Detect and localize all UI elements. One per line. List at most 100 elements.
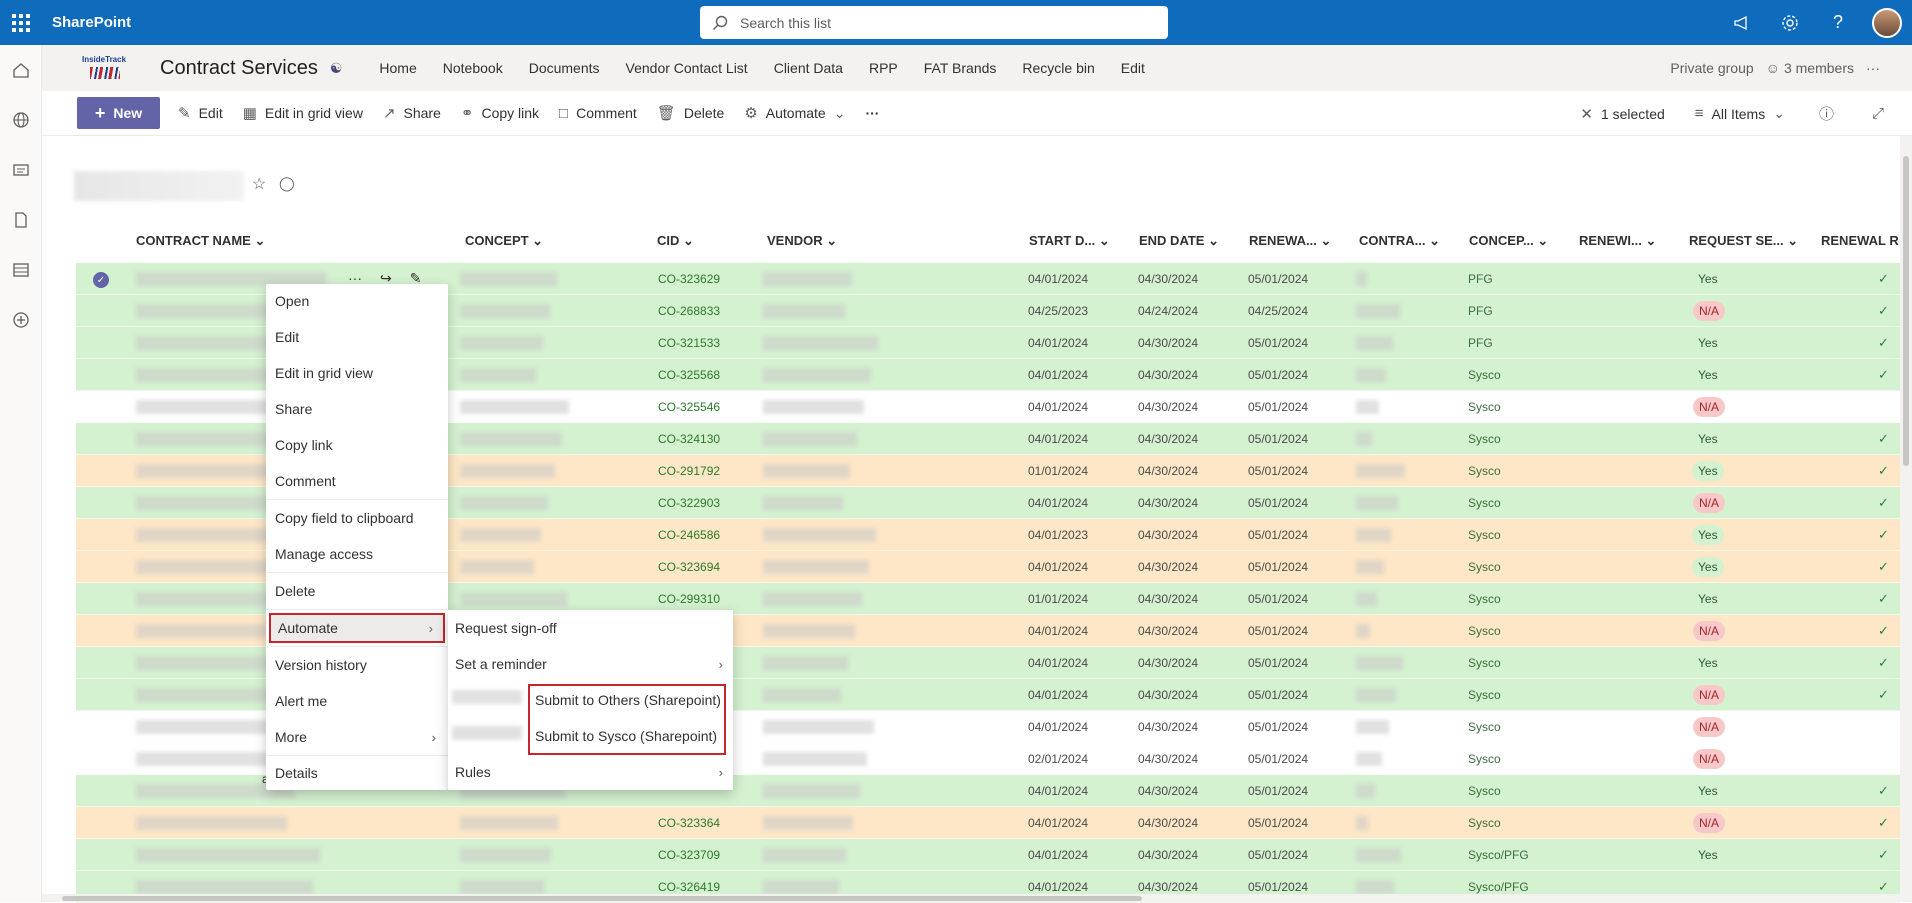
copy-link-command[interactable]: ⚭ Copy link <box>451 104 549 122</box>
menu-copy-field[interactable]: Copy field to clipboard <box>266 503 448 533</box>
expand-button[interactable]: ⤢ <box>1862 105 1894 122</box>
members-button[interactable]: ☺ 3 members <box>1766 60 1854 76</box>
gear-icon[interactable] <box>1766 0 1814 45</box>
news-icon[interactable] <box>0 145 42 195</box>
menu-edit-grid[interactable]: Edit in grid view <box>266 358 448 388</box>
menu-version-history[interactable]: Version history <box>266 650 448 680</box>
more-commands-button[interactable]: ··· <box>855 105 889 121</box>
col-renewal-date[interactable]: RENEWA... ⌄ <box>1249 233 1331 249</box>
nav-vendor-contact-list[interactable]: Vendor Contact List <box>613 60 761 76</box>
col-concept-2[interactable]: CONCEP... ⌄ <box>1469 233 1548 249</box>
app-launcher-icon[interactable] <box>0 0 42 45</box>
redacted-cell <box>763 688 841 702</box>
col-cid[interactable]: CID ⌄ <box>657 233 694 249</box>
search-box[interactable]: Search this list <box>700 6 1168 39</box>
file-icon[interactable] <box>0 195 42 245</box>
col-renewing[interactable]: RENEWI... ⌄ <box>1579 233 1656 249</box>
menu-copy-link[interactable]: Copy link <box>266 430 448 460</box>
menu-share[interactable]: Share <box>266 394 448 424</box>
new-button[interactable]: + New <box>77 97 160 129</box>
view-switcher[interactable]: ≡ All Items ⌄ <box>1685 105 1795 122</box>
redacted-cell <box>763 752 867 766</box>
teams-icon[interactable]: ☯ <box>330 60 343 77</box>
concept-cell: Sysco <box>1468 752 1501 766</box>
menu-manage-access[interactable]: Manage access <box>266 539 448 569</box>
edit-command[interactable]: ✎ Edit <box>168 104 233 122</box>
table-row[interactable]: CO-323709 04/01/2024 04/30/2024 05/01/2024 S… <box>76 839 1900 871</box>
end-date-cell: 04/30/2024 <box>1138 592 1199 606</box>
col-renewal-r[interactable]: RENEWAL R <box>1821 233 1899 248</box>
submenu-request-signoff[interactable]: Request sign-off <box>448 610 733 646</box>
share-command[interactable]: ↗ Share <box>373 104 451 122</box>
nav-fat-brands[interactable]: FAT Brands <box>911 60 1010 76</box>
redacted-cell <box>1356 592 1377 606</box>
lists-icon[interactable] <box>0 245 42 295</box>
more-icon[interactable]: ··· <box>1866 60 1880 76</box>
megaphone-icon[interactable] <box>1718 0 1766 45</box>
automate-command[interactable]: ⚙ Automate ⌄ <box>734 104 855 123</box>
check-icon: ✓ <box>1878 815 1889 830</box>
nav-client-data[interactable]: Client Data <box>761 60 856 76</box>
nav-recycle-bin[interactable]: Recycle bin <box>1009 60 1107 76</box>
scroll-thumb[interactable] <box>1903 156 1909 466</box>
scroll-thumb[interactable] <box>62 896 1142 901</box>
filter-lines-icon: ≡ <box>1694 105 1704 122</box>
vertical-scrollbar[interactable] <box>1900 136 1912 902</box>
concept-cell: Sysco <box>1468 592 1501 606</box>
comment-command[interactable]: □ Comment <box>549 105 647 122</box>
check-icon: ✓ <box>1878 623 1889 638</box>
favorite-star-icon[interactable]: ☆ <box>252 174 266 194</box>
trash-icon: 🗑 <box>656 105 676 122</box>
nav-rpp[interactable]: RPP <box>856 60 911 76</box>
col-vendor[interactable]: VENDOR ⌄ <box>767 233 837 249</box>
col-contract-name[interactable]: CONTRACT NAME ⌄ <box>136 233 265 249</box>
col-start-date[interactable]: START D... ⌄ <box>1029 233 1110 249</box>
menu-open[interactable]: Open <box>266 286 448 316</box>
nav-notebook[interactable]: Notebook <box>430 60 516 76</box>
check-circle-icon[interactable]: ◯ <box>279 175 295 192</box>
cid-cell: CO-323629 <box>658 272 721 286</box>
renewal-date-cell: 05/01/2024 <box>1248 688 1309 702</box>
menu-automate[interactable]: Automate › <box>269 613 445 643</box>
context-menu: Open Edit Edit in grid view Share Copy l… <box>266 284 448 790</box>
clear-selection-button[interactable]: ✕ 1 selected <box>1570 105 1674 123</box>
home-icon[interactable] <box>0 45 42 95</box>
submenu-rules[interactable]: Rules › <box>448 754 733 790</box>
col-concept[interactable]: CONCEPT ⌄ <box>465 233 543 249</box>
menu-details[interactable]: Details <box>266 758 448 788</box>
redacted-cell <box>763 304 845 318</box>
site-title[interactable]: Contract Services <box>160 57 318 80</box>
create-icon[interactable] <box>0 295 42 345</box>
horizontal-scrollbar[interactable] <box>42 894 1900 902</box>
check-icon: ✓ <box>1878 271 1889 286</box>
search-icon <box>700 15 740 31</box>
renewal-date-cell: 05/01/2024 <box>1248 560 1309 574</box>
nav-documents[interactable]: Documents <box>516 60 613 76</box>
row-selected-icon[interactable]: ✓ <box>93 272 109 288</box>
grid-view-command[interactable]: ▦ Edit in grid view <box>233 104 373 122</box>
menu-alert-me[interactable]: Alert me <box>266 686 448 716</box>
brand-name[interactable]: SharePoint <box>52 14 131 31</box>
menu-edit[interactable]: Edit <box>266 322 448 352</box>
avatar[interactable] <box>1872 7 1902 38</box>
search-input[interactable]: Search this list <box>740 15 831 31</box>
menu-delete[interactable]: Delete <box>266 576 448 606</box>
submenu-set-reminder[interactable]: Set a reminder › <box>448 646 733 682</box>
nav-home[interactable]: Home <box>366 60 429 76</box>
info-button[interactable]: ⓘ <box>1809 103 1844 124</box>
help-icon[interactable]: ? <box>1814 0 1862 45</box>
redacted-cell <box>763 656 848 670</box>
request-status-badge: Yes <box>1692 557 1724 577</box>
redacted-cell <box>1356 752 1382 766</box>
delete-command[interactable]: 🗑 Delete <box>647 104 735 122</box>
menu-more[interactable]: More › <box>266 722 448 752</box>
globe-icon[interactable] <box>0 95 42 145</box>
menu-comment[interactable]: Comment <box>266 466 448 496</box>
nav-edit[interactable]: Edit <box>1108 60 1158 76</box>
concept-cell: PFG <box>1468 336 1493 350</box>
col-end-date[interactable]: END DATE ⌄ <box>1139 233 1219 249</box>
table-row[interactable]: CO-323364 04/01/2024 04/30/2024 05/01/2024 S… <box>76 807 1900 839</box>
col-contract[interactable]: CONTRA... ⌄ <box>1359 233 1440 249</box>
site-logo[interactable]: InsideTrack <box>78 53 138 83</box>
col-request-sent[interactable]: REQUEST SE... ⌄ <box>1689 233 1798 249</box>
